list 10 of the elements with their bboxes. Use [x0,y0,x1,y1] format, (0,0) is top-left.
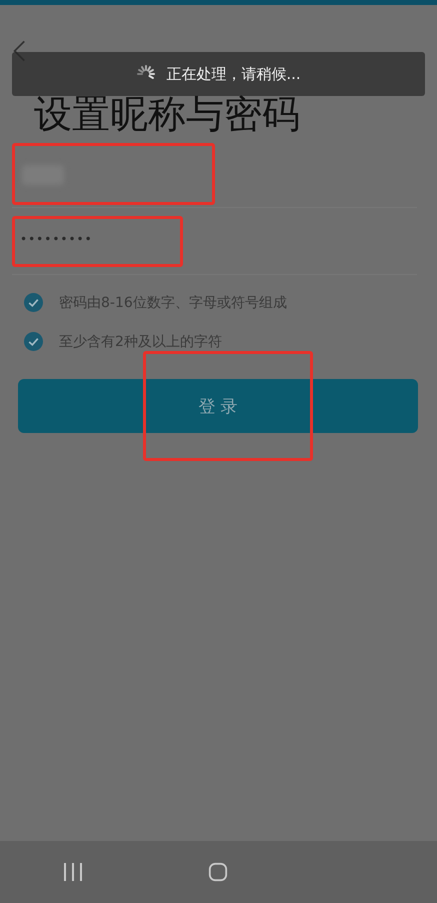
toast-text: 正在处理，请稍候... [166,64,301,84]
password-value: ••••••••• [20,232,93,246]
check-icon[interactable] [24,293,43,312]
login-button[interactable]: 登 录 [18,379,418,433]
home-icon[interactable] [207,862,230,882]
password-field[interactable]: ••••••••• [12,214,417,275]
page-title: 设置昵称与密码 [34,91,300,137]
check-icon[interactable] [24,332,43,351]
recent-apps-icon[interactable] [62,862,84,882]
nickname-field[interactable] [12,143,417,208]
